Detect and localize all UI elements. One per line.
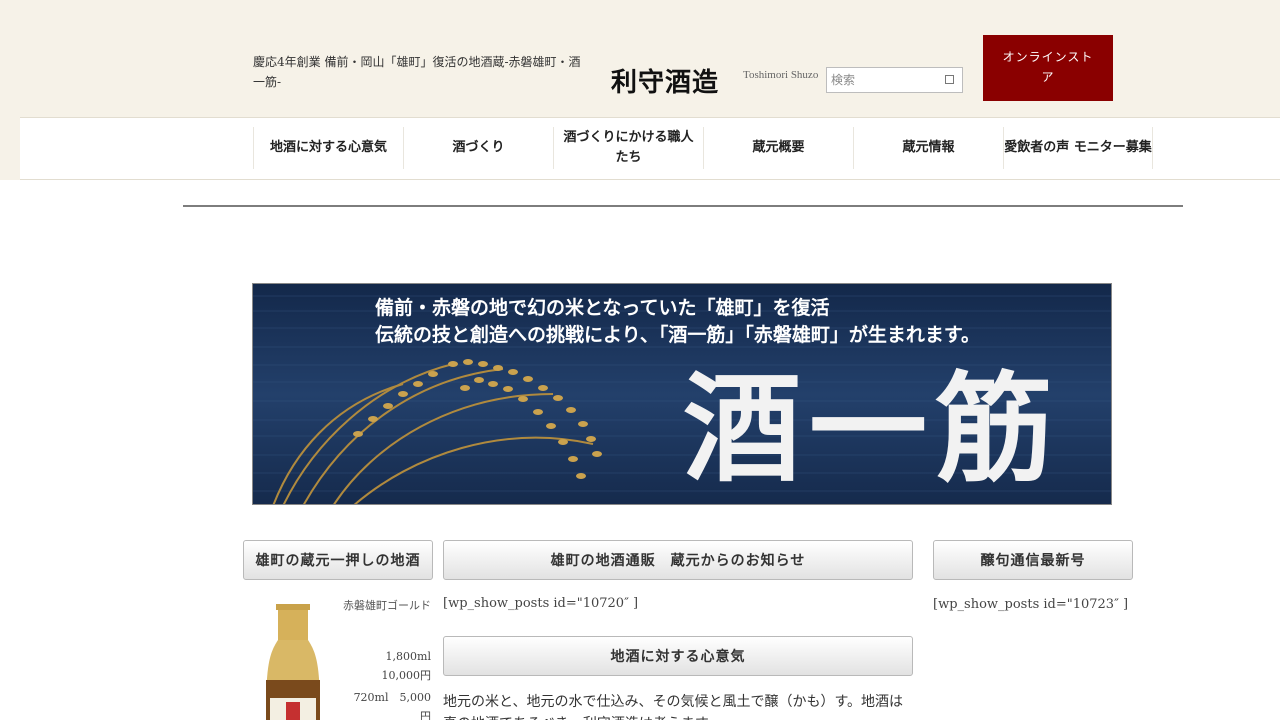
nav-item-craftsmen[interactable]: 酒づくりにかける職人たち xyxy=(553,127,703,169)
section-heading-news: 雄町の地酒通販 蔵元からのお知らせ xyxy=(443,540,913,580)
nav-item-voices[interactable]: 愛飲者の声 モニター募集 xyxy=(1003,127,1153,169)
search-box xyxy=(826,67,963,93)
section-heading-recommended: 雄町の蔵元一押しの地酒 xyxy=(243,540,433,580)
search-input[interactable] xyxy=(831,71,941,89)
product-price-large: 1,800ml 10,000円 xyxy=(381,650,443,682)
online-store-button[interactable]: オンラインストア xyxy=(983,35,1113,101)
site-logo[interactable]: 利守酒造 xyxy=(611,62,719,99)
product-price-small: 720ml 5,000円 xyxy=(353,691,431,720)
spirit-body-text: 地元の米と、地元の水で仕込み、その気候と風土で醸（かも）す。地酒は真の地酒である… xyxy=(443,694,904,720)
divider xyxy=(183,205,1183,207)
section-heading-newsletter: 醸句通信最新号 xyxy=(933,540,1133,580)
banner-brand-calligraphy: 酒一筋 xyxy=(683,359,1061,498)
product-bottle-image[interactable] xyxy=(258,600,328,720)
nav-item-brewing[interactable]: 酒づくり xyxy=(403,127,553,169)
site-tagline: 慶応4年創業 備前・岡山「雄町」復活の地酒蔵-赤磐雄町・酒一筋- xyxy=(253,55,581,89)
banner-line-2: 伝統の技と創造への挑戦により、「酒一筋」「赤磐雄町」が生まれます。 xyxy=(375,323,980,346)
site-logo-romaji: Toshimori Shuzo xyxy=(743,69,819,81)
product-name[interactable]: 赤磐雄町ゴールド xyxy=(343,596,431,615)
shortcode-newsletter: [wp_show_posts id="10723″ ] xyxy=(933,597,1129,612)
shortcode-news: [wp_show_posts id="10720″ ] xyxy=(443,596,639,611)
banner-line-1: 備前・赤磐の地で幻の米となっていた「雄町」を復活 xyxy=(375,296,829,319)
nav-item-overview[interactable]: 蔵元概要 xyxy=(703,127,853,169)
hero-banner: 備前・赤磐の地で幻の米となっていた「雄町」を復活 伝統の技と創造への挑戦により、… xyxy=(252,283,1112,505)
main-navigation: 地酒に対する心意気 酒づくり 酒づくりにかける職人たち 蔵元概要 蔵元情報 愛飲… xyxy=(20,117,1280,180)
nav-item-spirit[interactable]: 地酒に対する心意気 xyxy=(253,127,403,169)
nav-item-info[interactable]: 蔵元情報 xyxy=(853,127,1003,169)
search-icon[interactable] xyxy=(945,75,954,84)
subheading-spirit: 地酒に対する心意気 xyxy=(443,636,913,676)
